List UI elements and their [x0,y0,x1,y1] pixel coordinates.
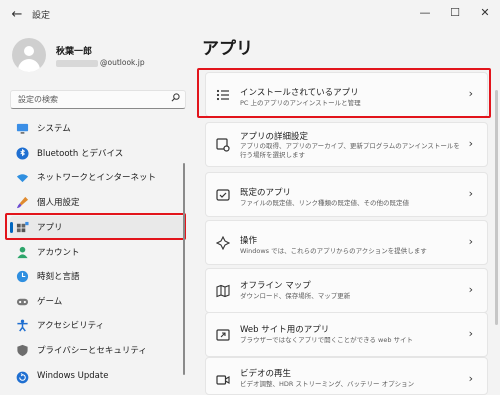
paintbrush-icon [16,196,29,209]
default-apps-icon [216,189,230,201]
bluetooth-icon [16,147,29,160]
card-default-apps[interactable]: 既定のアプリ ファイルの既定値、リンク種類の既定値、その他の既定値 › [205,172,488,217]
map-icon [216,284,230,298]
sidebar-item-gaming[interactable]: ゲーム [10,290,186,313]
video-icon [216,375,230,385]
sidebar-item-system[interactable]: システム [10,117,186,140]
accessibility-icon [17,319,28,332]
card-title: ビデオの再生 [240,369,292,379]
minimize-button[interactable]: — [410,3,440,23]
update-icon [16,371,29,384]
actions-icon [216,236,230,250]
chevron-right-icon: › [468,137,473,150]
maximize-button[interactable]: ☐ [440,3,470,23]
user-name: 秋葉一郎 [56,47,93,57]
card-description: ビデオ調整、HDR ストリーミング、バッテリー オプション [240,380,415,388]
chevron-right-icon: › [468,235,473,248]
card-description: ファイルの既定値、リンク種類の既定値、その他の既定値 [240,199,409,207]
clock-globe-icon [16,270,29,283]
sidebar-item-accessibility[interactable]: アクセシビリティ [10,314,186,337]
highlight-frame-apps [5,213,186,240]
card-apps-for-websites[interactable]: Web サイト用のアプリ ブラウザーではなくアプリで開くことができる web サ… [205,312,488,357]
chevron-right-icon: › [468,283,473,296]
card-video-playback[interactable]: ビデオの再生 ビデオ調整、HDR ストリーミング、バッテリー オプション › [205,357,488,395]
card-title: 操作 [240,236,258,246]
card-title: 既定のアプリ [240,188,292,198]
chevron-right-icon: › [468,372,473,385]
avatar[interactable] [12,38,46,72]
sidebar-item-label: Bluetooth とデバイス [37,149,124,159]
sidebar-item-label: ネットワークとインターネット [37,173,157,183]
back-button[interactable]: ← [8,6,26,24]
close-button[interactable]: ✕ [470,3,500,23]
sidebar-item-network[interactable]: ネットワークとインターネット [10,166,186,189]
sidebar-item-label: Windows Update [37,371,109,381]
sidebar-item-time-language[interactable]: 時刻と言語 [10,265,186,288]
chevron-right-icon: › [468,187,473,200]
card-advanced-app-settings[interactable]: アプリの詳細設定 アプリの取得、アプリのアーカイブ、更新プログラムのアンインスト… [205,122,488,167]
sidebar-item-personalization[interactable]: 個人用設定 [10,191,186,214]
card-description: ダウンロード、保存場所、マップ更新 [240,292,351,300]
sidebar-item-label: アカウント [37,248,80,258]
sidebar-item-label: アクセシビリティ [37,321,105,331]
shield-icon [17,344,28,357]
sidebar-scrollbar[interactable] [183,163,185,375]
sidebar-item-bluetooth[interactable]: Bluetooth とデバイス [10,142,186,165]
email-redaction [56,59,98,67]
email-domain: @outlook.jp [100,58,145,67]
sidebar-item-label: 時刻と言語 [37,272,80,282]
highlight-frame-installed-apps [197,68,491,118]
sidebar-item-accounts[interactable]: アカウント [10,241,186,264]
person-icon [17,246,28,259]
sidebar-item-label: システム [37,124,71,134]
sidebar-item-privacy[interactable]: プライバシーとセキュリティ [10,339,186,362]
back-arrow-icon: ← [11,7,23,22]
card-description: Windows では、これらのアプリからのアクションを提供します [240,247,427,255]
gamepad-icon [16,298,29,306]
card-title: Web サイト用のアプリ [240,325,330,335]
sidebar-item-label: 個人用設定 [37,198,80,208]
card-title: オフライン マップ [240,281,311,291]
sidebar-item-label: ゲーム [37,297,63,307]
window-title: 設定 [32,11,51,21]
card-offline-maps[interactable]: オフライン マップ ダウンロード、保存場所、マップ更新 › [205,268,488,313]
wifi-icon [16,174,29,183]
main-scrollbar[interactable] [495,90,498,325]
app-settings-icon [216,138,230,152]
sidebar-item-label: プライバシーとセキュリティ [37,346,147,356]
search-input[interactable]: 設定の検索 [10,90,186,109]
user-email: @outlook.jp [56,58,145,67]
card-description: ブラウザーではなくアプリで開くことができる web サイト [240,336,414,344]
avatar-shoulders [18,59,40,72]
sidebar-item-windows-update[interactable]: Windows Update [10,366,186,389]
card-actions[interactable]: 操作 Windows では、これらのアプリからのアクションを提供します › [205,220,488,265]
search-icon [171,93,180,102]
page-title: アプリ [202,39,253,59]
card-title: アプリの詳細設定 [240,132,309,142]
card-description: アプリの取得、アプリのアーカイブ、更新プログラムのアンインストールを行う場所を選… [240,142,460,159]
avatar-head [24,46,34,56]
web-app-icon [216,329,230,341]
search-placeholder: 設定の検索 [18,95,58,104]
monitor-icon [16,123,29,134]
chevron-right-icon: › [468,327,473,340]
